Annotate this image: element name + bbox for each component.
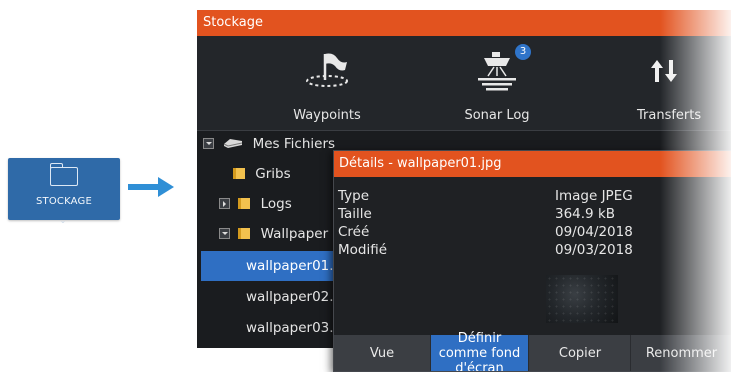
transfer-arrows-icon <box>651 60 677 82</box>
tree-root-mes-fichiers[interactable]: Mes Fichiers <box>203 129 335 159</box>
arrow-right-icon <box>128 177 174 197</box>
tree-item-label: Logs <box>260 196 292 212</box>
folder-icon <box>49 163 78 186</box>
window-title: Stockage <box>197 10 731 36</box>
transferts-label: Transferts <box>637 108 702 123</box>
collapse-toggle-icon[interactable] <box>219 227 230 239</box>
dialog-title: Détails - wallpaper01.jpg <box>334 151 731 177</box>
expand-toggle-icon[interactable] <box>219 197 230 209</box>
collapse-toggle-icon[interactable] <box>203 137 214 149</box>
details-dialog: Détails - wallpaper01.jpg Type Image JPE… <box>333 150 731 372</box>
transferts-button[interactable]: Transferts <box>597 36 731 130</box>
tree-item-logs[interactable]: Logs <box>219 189 292 219</box>
copier-button[interactable]: Copier <box>530 335 631 371</box>
image-thumbnail <box>546 275 618 323</box>
detail-value-type: Image JPEG <box>555 188 633 204</box>
folder-icon <box>238 227 251 239</box>
tree-item-gribs[interactable]: Gribs <box>233 159 291 189</box>
renommer-button[interactable]: Renommer <box>631 335 731 371</box>
toolbar: Waypoints 3 Sonar Log Transferts <box>197 36 731 130</box>
sonar-log-button[interactable]: 3 Sonar Log <box>427 36 567 130</box>
waypoints-label: Waypoints <box>293 108 361 123</box>
sonar-log-icon <box>478 52 516 91</box>
dialog-button-bar: Vue Définir comme fond d'écran Copier Re… <box>334 331 731 371</box>
tree-root-label: Mes Fichiers <box>252 136 336 152</box>
drive-icon <box>224 138 243 148</box>
tree-item-label: Wallpaper <box>260 226 329 242</box>
detail-label-size: Taille <box>338 206 372 222</box>
tile-label: STOCKAGE <box>35 196 93 207</box>
detail-label-created: Créé <box>338 224 370 240</box>
detail-value-created: 09/04/2018 <box>555 224 633 240</box>
tree-item-wallpaper[interactable]: Wallpaper <box>219 219 328 249</box>
detail-value-size: 364.9 kB <box>555 206 616 222</box>
detail-label-type: Type <box>338 188 370 204</box>
vue-button[interactable]: Vue <box>334 335 431 371</box>
folder-icon <box>238 197 251 209</box>
set-wallpaper-button[interactable]: Définir comme fond d'écran <box>431 331 529 371</box>
detail-label-modified: Modifié <box>338 242 388 258</box>
sonar-log-badge: 3 <box>515 44 531 60</box>
tree-item-label: Gribs <box>255 166 291 182</box>
file-item-wallpaper01[interactable]: wallpaper01.jpg <box>201 251 354 281</box>
folder-icon <box>233 167 245 179</box>
sonar-log-label: Sonar Log <box>464 108 530 123</box>
stockage-tile-button[interactable]: STOCKAGE ⌄ <box>8 158 120 225</box>
waypoints-button[interactable]: Waypoints <box>257 36 397 130</box>
waypoint-flag-icon <box>306 53 348 87</box>
detail-value-modified: 09/03/2018 <box>555 242 633 258</box>
chevron-down-icon: ⌄ <box>59 216 67 225</box>
